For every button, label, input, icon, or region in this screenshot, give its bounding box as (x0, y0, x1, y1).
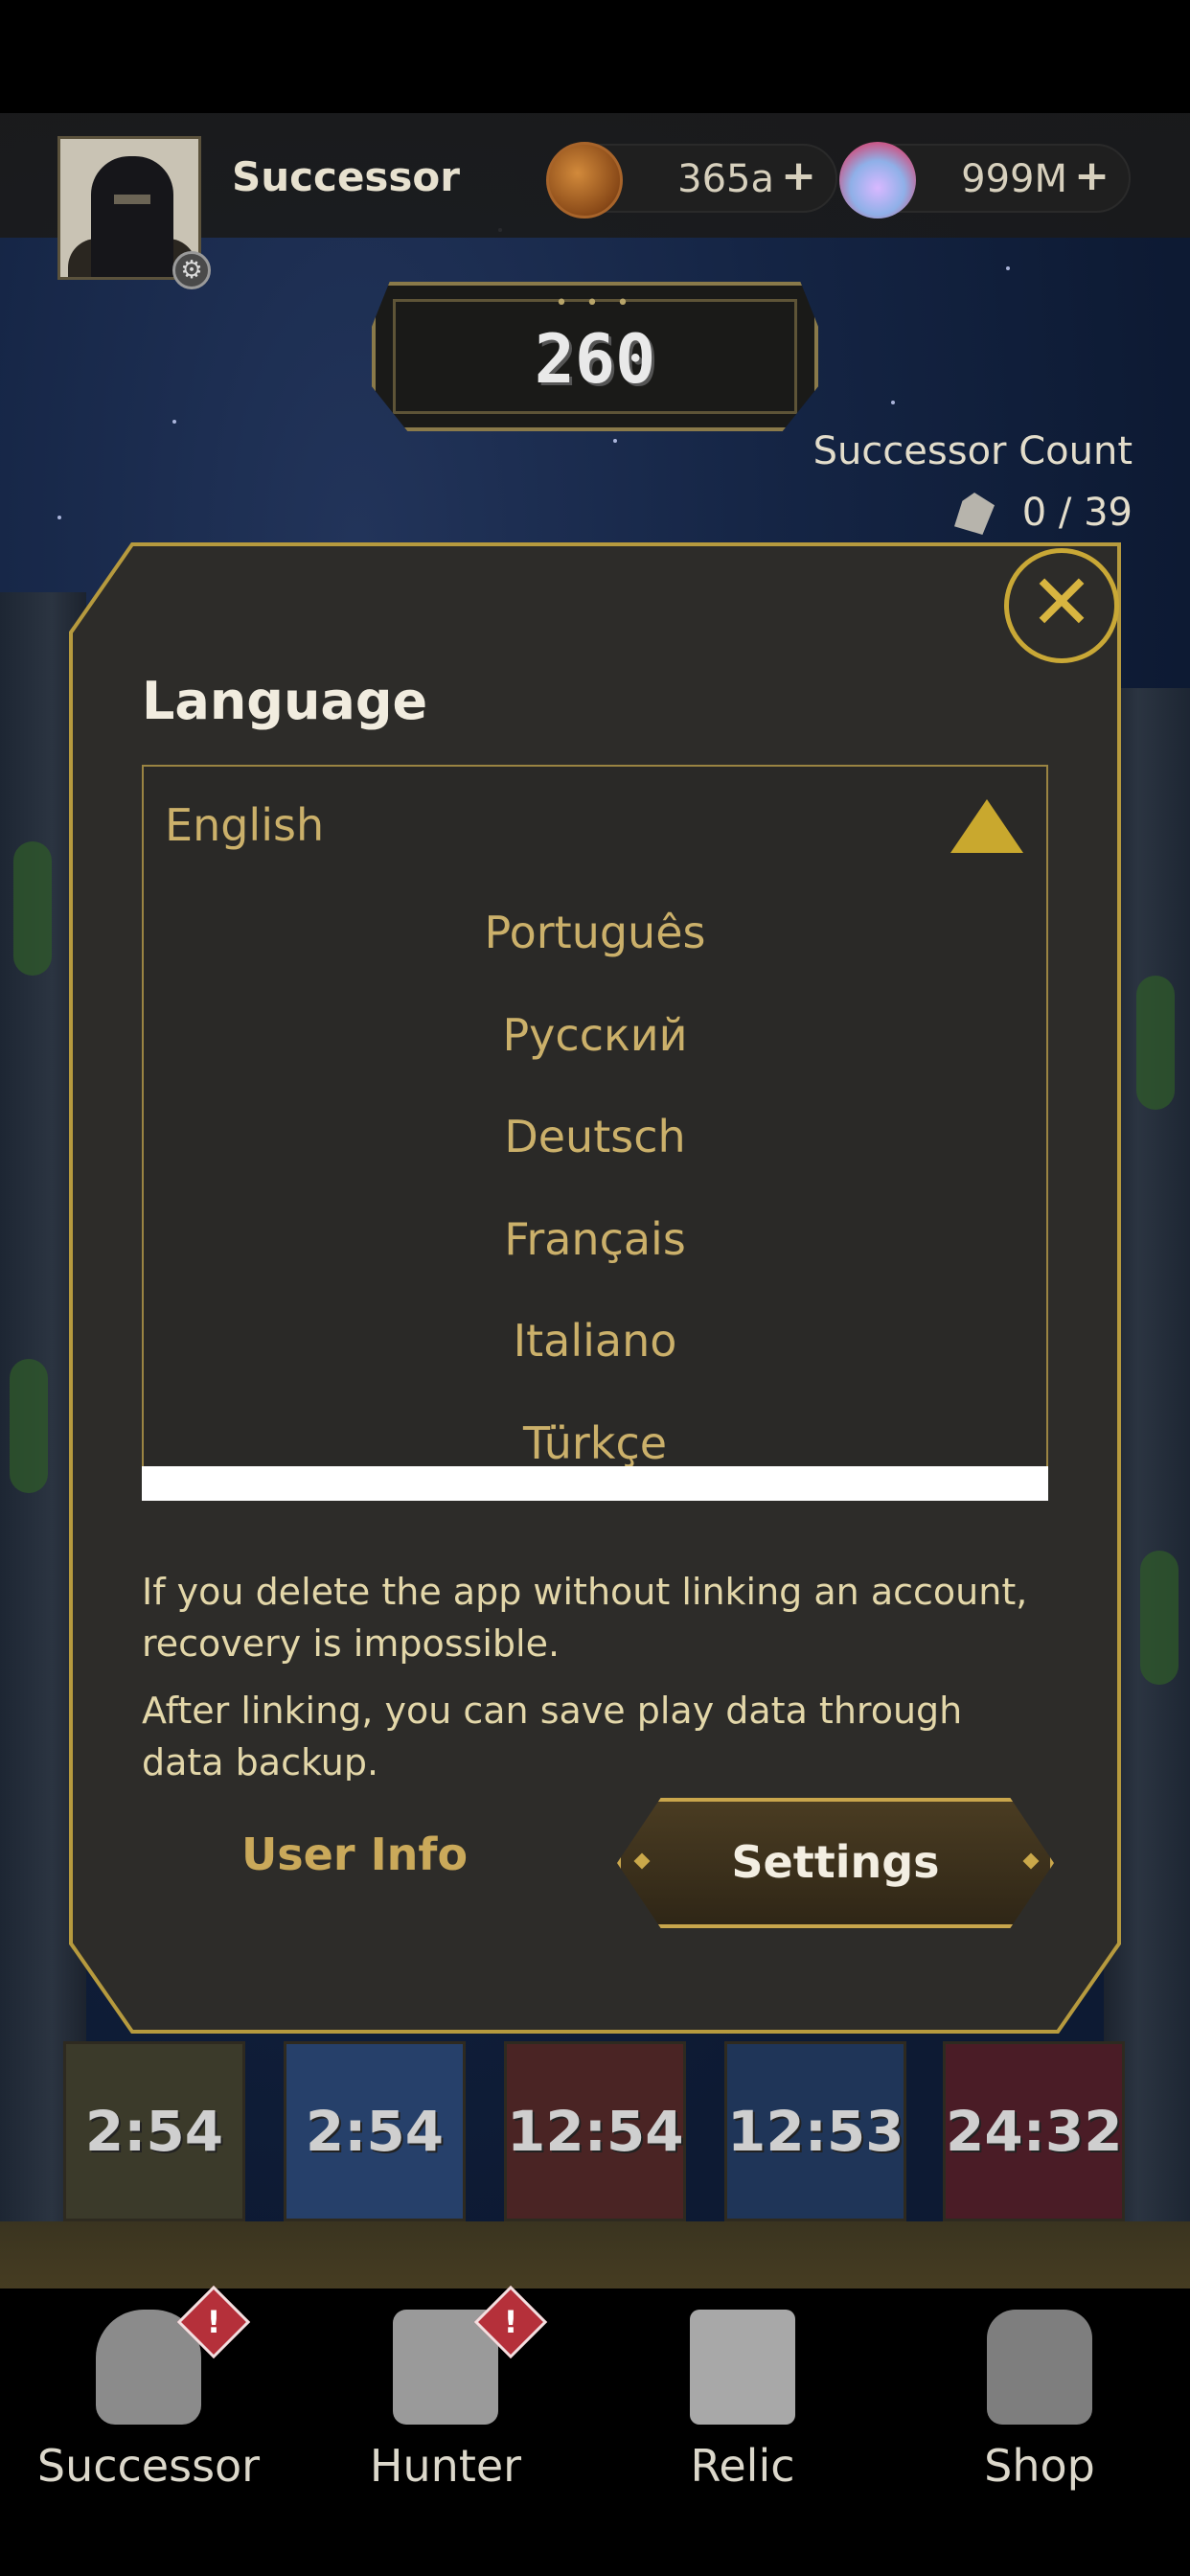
level-number: 260 (534, 320, 656, 399)
avatar-hood (91, 156, 173, 277)
plate-dots-decoration: • • • (555, 291, 635, 315)
avatar-visor (114, 195, 150, 204)
successor-count-value: 0 / 39 (1021, 491, 1133, 535)
star-decoration (57, 516, 61, 519)
info-text-backup: After linking, you can save play data th… (142, 1690, 963, 1781)
gold-coin-icon (546, 142, 623, 218)
cooldown-slot[interactable]: 2:54 (63, 2041, 245, 2221)
settings-button[interactable]: Settings (617, 1798, 1054, 1928)
star-decoration (1006, 266, 1010, 270)
nav-item-successor[interactable]: ! Successor (0, 2285, 297, 2555)
language-option-deutsch[interactable]: Deutsch (144, 1086, 1046, 1188)
modal-title: Language (142, 671, 428, 731)
floor-strip (0, 2221, 1190, 2288)
vine-decoration (13, 841, 52, 976)
gear-icon[interactable]: ⚙ (172, 251, 211, 289)
gold-amount: 365a (677, 157, 774, 201)
star-decoration (613, 439, 617, 443)
user-info-button[interactable]: User Info (211, 1828, 498, 1901)
chest-icon (987, 2310, 1092, 2425)
cooldown-slot[interactable]: 2:54 (284, 2041, 466, 2221)
nav-item-relic[interactable]: Relic (594, 2296, 891, 2555)
nav-label: Shop (984, 2440, 1095, 2492)
level-plate: • • • 260 (372, 282, 818, 431)
potion-currency[interactable]: 999M + (839, 142, 1131, 218)
language-option-russian[interactable]: Русский (144, 984, 1046, 1087)
close-icon[interactable]: ✕ (1004, 548, 1119, 663)
language-option-portugues[interactable]: Português (144, 882, 1046, 984)
vine-decoration (1136, 976, 1175, 1110)
nav-label: Relic (690, 2440, 795, 2492)
language-options-list[interactable]: Português Русский Deutsch Français Itali… (142, 882, 1048, 1468)
nav-label: Successor (36, 2440, 261, 2492)
language-option-italiano[interactable]: Italiano (144, 1290, 1046, 1392)
player-name: Successor (232, 153, 460, 200)
add-gold-button[interactable]: + (781, 151, 816, 200)
dropdown-scrollbar[interactable] (142, 1466, 1048, 1501)
language-option-turkce[interactable]: Türkçe (144, 1392, 1046, 1466)
vine-decoration (1140, 1551, 1179, 1685)
successor-count-label: Successor Count (812, 429, 1133, 473)
potion-amount: 999M (961, 157, 1067, 201)
nav-item-shop[interactable]: Shop (891, 2296, 1188, 2555)
language-option-francais[interactable]: Français (144, 1188, 1046, 1291)
nav-item-hunter[interactable]: ! Hunter (297, 2285, 594, 2555)
caret-up-icon (950, 799, 1023, 853)
language-select[interactable]: English (142, 765, 1048, 884)
nav-label: Hunter (369, 2440, 522, 2492)
vine-decoration (10, 1359, 48, 1493)
potion-icon (839, 142, 916, 218)
cooldown-slot[interactable]: 12:53 (724, 2041, 906, 2221)
gold-currency[interactable]: 365a + (546, 142, 837, 218)
add-potion-button[interactable]: + (1074, 151, 1110, 200)
info-text-account: If you delete the app without linking an… (142, 1571, 1028, 1665)
star-decoration (172, 420, 176, 424)
star-decoration (891, 401, 895, 404)
selected-language: English (165, 799, 325, 851)
cooldown-slot[interactable]: 24:32 (943, 2041, 1125, 2221)
cooldown-slot[interactable]: 12:54 (504, 2041, 686, 2221)
scroll-icon (690, 2310, 795, 2425)
